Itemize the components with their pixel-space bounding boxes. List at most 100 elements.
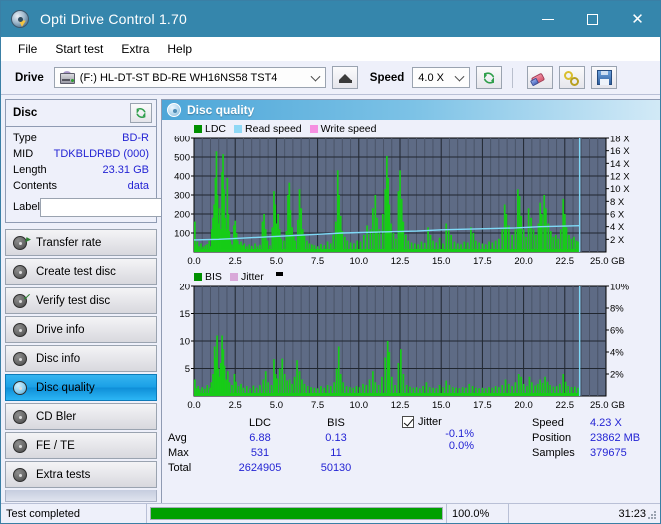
readout-value: 23862 MB [590, 432, 641, 444]
legend-item-ldc: LDC [194, 123, 226, 135]
drive-label: Drive [15, 71, 44, 84]
main-body: Disc Type BD-R MID TDKBLDRBD (000) Lengt… [1, 95, 660, 523]
save-button[interactable] [591, 66, 618, 89]
svg-text:10%: 10% [610, 284, 630, 293]
disc-refresh-button[interactable] [130, 103, 152, 123]
refresh-icon [136, 108, 146, 118]
legend-swatch-jitter [229, 273, 238, 281]
refresh-button[interactable] [476, 66, 503, 89]
legend-swatch-write-speed [309, 125, 318, 133]
sidebar-item-transfer-rate[interactable]: ▸ Transfer rate [5, 229, 157, 256]
eject-button[interactable] [331, 66, 358, 89]
sidebar-item-fe-te[interactable]: FE / TE [5, 432, 157, 459]
svg-text:20.0: 20.0 [514, 400, 533, 411]
disc-row-key: MID [13, 148, 34, 160]
save-icon [596, 70, 612, 85]
close-button[interactable]: ✕ [615, 1, 660, 37]
scale-marker-icon [275, 272, 283, 276]
menu-extra[interactable]: Extra [112, 39, 158, 59]
legend-label: BIS [205, 271, 222, 283]
sidebar-filler [5, 490, 157, 502]
ldc-chart-svg: 100 200 300 400 500 600 2 X 4 X6 X 8 X 10 X12 X 14… [174, 136, 630, 267]
app-icon [11, 9, 31, 29]
svg-text:200: 200 [174, 210, 190, 221]
progress-fill [151, 508, 442, 519]
erase-button[interactable] [527, 66, 554, 89]
svg-text:4 X: 4 X [610, 222, 625, 233]
svg-text:7.5: 7.5 [311, 256, 324, 267]
readout-key: Position [532, 432, 572, 444]
sidebar-item-create-test-disc[interactable]: Create test disc [5, 258, 157, 285]
svg-text:500: 500 [174, 153, 190, 164]
svg-text:4%: 4% [610, 348, 624, 359]
stats-avg-bis: 0.13 [325, 432, 347, 444]
ldc-plot: 100 200 300 400 500 600 2 X 4 X6 X 8 X 10 X 12 X 14… [164, 136, 660, 268]
eject-icon [338, 73, 351, 80]
sidebar-item-cd-bler[interactable]: CD Bler [5, 403, 157, 430]
legend-item-write-speed: Write speed [309, 123, 377, 135]
menu-bar: File Start test Extra Help [1, 37, 660, 61]
disc-test-icon: ▸ [12, 234, 30, 251]
svg-text:0.0: 0.0 [187, 256, 200, 267]
minimize-button[interactable] [525, 1, 570, 37]
sidebar-item-label: Disc quality [36, 381, 95, 394]
disc-row-value: BD-R [122, 132, 149, 144]
jitter-block: Jitter -0.1% 0.0% [402, 416, 532, 508]
sidebar-item-label: Verify test disc [36, 294, 111, 307]
svg-text:25.0 GB: 25.0 GB [590, 256, 625, 267]
resize-grip[interactable] [648, 511, 658, 521]
sidebar-item-label: Extra tests [36, 468, 91, 481]
sidebar-item-extra-tests[interactable]: Extra tests [5, 461, 157, 488]
fe-te-icon [12, 438, 30, 454]
speed-select[interactable]: 4.0 X [412, 67, 471, 88]
stats-total-ldc: 2624905 [238, 462, 282, 474]
close-icon: ✕ [631, 9, 644, 28]
sidebar-item-label: Disc info [36, 352, 81, 365]
disc-row-value: data [127, 180, 149, 192]
svg-text:18 X: 18 X [610, 136, 630, 145]
sidebar-item-drive-info[interactable]: Drive info [5, 316, 157, 343]
svg-text:15: 15 [179, 309, 190, 320]
sidebar-item-disc-info[interactable]: Disc info [5, 345, 157, 372]
legend-swatch-bis [194, 273, 202, 281]
svg-text:600: 600 [174, 136, 190, 145]
eraser-icon [530, 71, 549, 86]
svg-text:20.0: 20.0 [514, 256, 533, 267]
disc-row-length: Length 23.31 GB [13, 162, 149, 178]
svg-text:5: 5 [185, 364, 190, 375]
svg-text:2 X: 2 X [610, 235, 625, 246]
chevron-down-icon [310, 71, 321, 82]
maximize-button[interactable] [570, 1, 615, 37]
svg-text:12.5: 12.5 [391, 256, 410, 267]
drive-select-value: (F:) HL-DT-ST BD-RE WH16NS58 TST4 [79, 71, 278, 84]
drive-select[interactable]: (F:) HL-DT-ST BD-RE WH16NS58 TST4 [53, 67, 326, 88]
svg-text:10: 10 [179, 337, 190, 348]
jitter-checkbox[interactable] [402, 416, 414, 428]
disc-row-type: Type BD-R [13, 130, 149, 146]
disc-info-rows: Type BD-R MID TDKBLDRBD (000) Length 23.… [6, 127, 243, 222]
app-window: Opti Drive Control 1.70 ✕ File Start tes… [0, 0, 661, 524]
disc-row-value: 23.31 GB [102, 164, 149, 176]
bis-plot: 5 10 15 20 2% 4% 6% 8% 10% 0.0 2.5 5.0 7.5 10.0 12.5 15… [164, 284, 660, 412]
progress-bar [150, 507, 443, 520]
menu-start-test[interactable]: Start test [46, 39, 112, 59]
disc-info-panel: Disc Type BD-R MID TDKBLDRBD (000) Lengt… [5, 99, 243, 223]
stats-max-bis: 11 [330, 447, 342, 459]
legend-swatch-read-speed [234, 125, 243, 133]
keys-button[interactable] [559, 66, 586, 89]
disc-info-icon [12, 351, 30, 367]
readout-key: Samples [532, 447, 575, 459]
disc-panel-header: Disc [6, 100, 156, 127]
svg-text:8 X: 8 X [610, 197, 625, 208]
jitter-value-1: -0.1% [445, 428, 474, 440]
stats-area: LDC BIS Avg 6.88 0.13 Max 531 11 Total 2… [162, 412, 660, 508]
legend-item-jitter: Jitter [229, 271, 264, 283]
svg-text:25.0 GB: 25.0 GB [590, 400, 625, 411]
menu-file[interactable]: File [9, 39, 46, 59]
sidebar-item-disc-quality[interactable]: Disc quality [5, 374, 157, 401]
menu-help[interactable]: Help [158, 39, 201, 59]
chevron-down-icon [454, 71, 465, 82]
svg-text:100: 100 [174, 229, 190, 240]
readout-key: Speed [532, 417, 564, 429]
sidebar-item-verify-test-disc[interactable]: ✓ Verify test disc [5, 287, 157, 314]
